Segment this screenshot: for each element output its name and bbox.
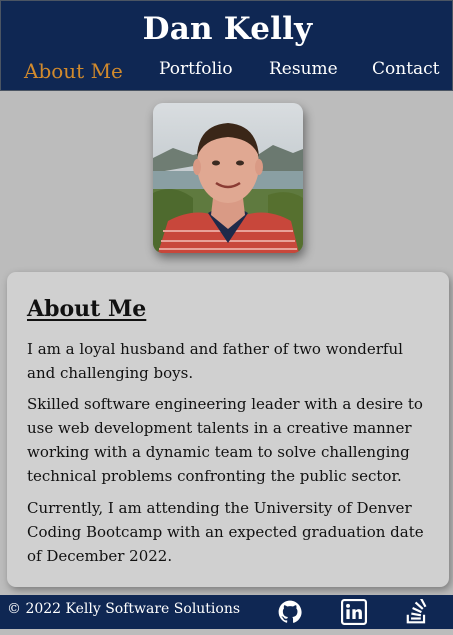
site-header: Dan Kelly About Me Portfolio Resume Cont… [0,0,453,91]
about-paragraph-family: I am a loyal husband and father of two w… [27,340,403,382]
site-title: Dan Kelly [142,11,313,47]
nav-link-contact[interactable]: Contact [372,59,440,79]
site-footer: © 2022 Kelly Software Solutions [0,595,453,629]
stackoverflow-icon[interactable] [404,597,430,625]
about-paragraph-education: Currently, I am attending the University… [27,499,424,565]
about-card: About Me I am a loyal husband and father… [7,272,449,587]
github-icon[interactable] [277,599,303,625]
profile-photo [153,103,303,253]
nav-link-about-me[interactable]: About Me [24,59,123,83]
about-heading: About Me [27,296,147,322]
copyright-text: © 2022 Kelly Software Solutions [7,601,241,617]
about-paragraph-skills: Skilled software engineering leader with… [27,395,423,485]
profile-photo-image [153,103,303,253]
nav-link-portfolio[interactable]: Portfolio [159,59,233,79]
linkedin-icon[interactable] [341,599,367,625]
nav-link-resume[interactable]: Resume [269,59,338,79]
page: Dan Kelly About Me Portfolio Resume Cont… [0,0,453,635]
